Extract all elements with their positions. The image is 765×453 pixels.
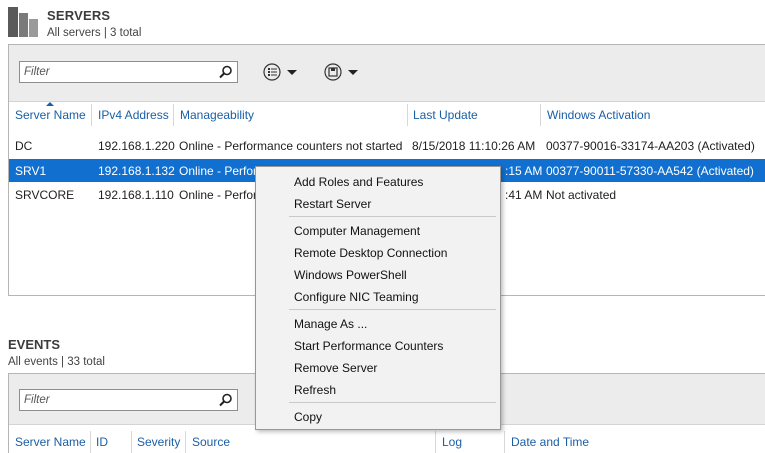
- column-severity[interactable]: Severity: [137, 435, 180, 449]
- servers-header: SERVERS All servers | 3 total: [0, 0, 765, 44]
- menu-item-start-performance-counters[interactable]: Start Performance Counters: [294, 339, 443, 353]
- column-last-update[interactable]: Last Update: [413, 108, 478, 122]
- column-server-name[interactable]: Server Name: [15, 435, 86, 449]
- save-icon: [324, 63, 342, 81]
- menu-separator: [289, 216, 496, 217]
- last-update-cell: 8/15/2018 11:10:26 AM: [412, 139, 536, 153]
- servers-subtitle: All servers | 3 total: [47, 27, 142, 39]
- menu-item-refresh[interactable]: Refresh: [294, 383, 336, 397]
- chevron-down-icon: [287, 70, 297, 75]
- server-row-dc[interactable]: DC 192.168.1.220 Online - Performance co…: [9, 134, 765, 157]
- ipv4-cell: 192.168.1.132: [98, 164, 175, 178]
- last-update-cell: :15 AM: [505, 164, 543, 178]
- menu-item-manage-as[interactable]: Manage As ...: [294, 317, 367, 331]
- servers-column-headers: Server Name IPv4 Address Manageability L…: [9, 102, 765, 128]
- view-options-button[interactable]: [262, 61, 308, 83]
- column-id[interactable]: ID: [96, 435, 108, 449]
- servers-toolbar: Filter: [9, 45, 765, 102]
- save-options-button[interactable]: [323, 61, 369, 83]
- filter-placeholder: Filter: [24, 66, 50, 78]
- menu-separator: [289, 309, 496, 310]
- server-name-cell: SRVCORE: [15, 188, 75, 202]
- menu-item-restart-server[interactable]: Restart Server: [294, 197, 371, 211]
- activation-cell: 00377-90011-57330-AA542 (Activated): [546, 164, 754, 178]
- events-subtitle: All events | 33 total: [8, 356, 105, 368]
- menu-item-computer-management[interactable]: Computer Management: [294, 224, 420, 238]
- server-context-menu: Add Roles and Features Restart Server Co…: [255, 166, 501, 430]
- manageability-cell: Online - Performance counters not starte…: [179, 139, 403, 153]
- servers-title: SERVERS: [47, 8, 111, 23]
- sort-ascending-icon: [46, 102, 54, 106]
- search-icon[interactable]: [218, 392, 234, 408]
- search-icon[interactable]: [218, 64, 234, 80]
- column-log[interactable]: Log: [442, 435, 462, 449]
- menu-separator: [289, 402, 496, 403]
- ipv4-cell: 192.168.1.110: [98, 188, 174, 202]
- manageability-cell: Online - Perfor: [179, 188, 258, 202]
- servers-filter-input[interactable]: Filter: [19, 61, 238, 83]
- manageability-cell: Online - Perfor: [179, 164, 258, 178]
- ipv4-cell: 192.168.1.220: [98, 139, 175, 153]
- column-ipv4-address[interactable]: IPv4 Address: [98, 108, 169, 122]
- servers-tile-icon: [8, 7, 38, 37]
- server-name-cell: SRV1: [15, 164, 47, 178]
- column-manageability[interactable]: Manageability: [180, 108, 254, 122]
- menu-item-copy[interactable]: Copy: [294, 410, 322, 424]
- column-server-name[interactable]: Server Name: [15, 108, 86, 122]
- menu-item-remove-server[interactable]: Remove Server: [294, 361, 377, 375]
- menu-item-remote-desktop-connection[interactable]: Remote Desktop Connection: [294, 246, 447, 260]
- column-source[interactable]: Source: [192, 435, 230, 449]
- server-name-cell: DC: [15, 139, 33, 153]
- menu-item-configure-nic-teaming[interactable]: Configure NIC Teaming: [294, 290, 419, 304]
- events-title: EVENTS: [8, 337, 61, 352]
- chevron-down-icon: [348, 70, 358, 75]
- menu-item-windows-powershell[interactable]: Windows PowerShell: [294, 268, 407, 282]
- last-update-cell: :41 AM: [505, 188, 543, 202]
- events-filter-input[interactable]: Filter: [19, 389, 238, 411]
- column-date-and-time[interactable]: Date and Time: [511, 435, 589, 449]
- activation-cell: Not activated: [546, 188, 617, 202]
- menu-item-add-roles-and-features[interactable]: Add Roles and Features: [294, 175, 423, 189]
- events-column-headers: Server Name ID Severity Source Log Date …: [9, 429, 765, 453]
- list-view-icon: [263, 63, 281, 81]
- filter-placeholder: Filter: [24, 394, 50, 406]
- column-windows-activation[interactable]: Windows Activation: [547, 108, 650, 122]
- activation-cell: 00377-90016-33174-AA203 (Activated): [546, 139, 755, 153]
